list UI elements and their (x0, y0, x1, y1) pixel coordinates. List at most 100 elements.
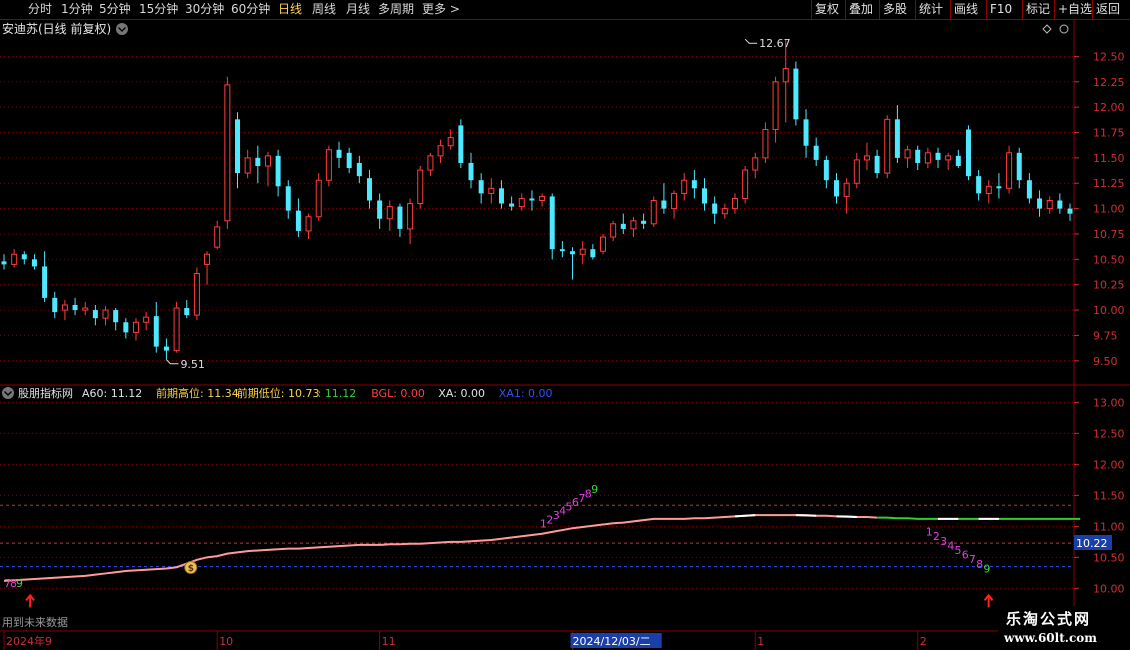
candle (721, 203, 728, 219)
candle-body (712, 203, 718, 214)
candle (945, 152, 952, 171)
candle (72, 297, 78, 316)
circle-icon[interactable] (1059, 24, 1069, 34)
candle-body (1016, 152, 1022, 181)
candle-body (599, 236, 606, 252)
candle (366, 170, 372, 209)
candle (255, 145, 261, 184)
price-tick-label: 12.00 (1093, 101, 1125, 114)
candle (976, 170, 982, 201)
candle (579, 241, 586, 265)
candle (518, 193, 525, 211)
indicator-tick-label: 12.50 (1093, 427, 1125, 440)
candle-body (509, 203, 515, 207)
toolbar-separator (986, 0, 987, 19)
price-tick-label: 10.25 (1093, 279, 1125, 292)
candle-body (204, 253, 211, 265)
candle (610, 220, 617, 242)
toolbar-item-6[interactable]: 日线 (278, 1, 302, 17)
toolbar-right-item-5[interactable]: F10 (990, 1, 1012, 17)
toolbar-item-0[interactable]: 分时 (28, 1, 52, 17)
toolbar-right-item-4[interactable]: 画线 (954, 1, 978, 17)
watermark-title: 乐淘公式网 (1006, 610, 1092, 628)
date-label: 11 (382, 635, 396, 648)
toolbar-item-10[interactable]: 更多 > (422, 1, 460, 17)
toolbar-right-item-8[interactable]: 返回 (1096, 1, 1120, 17)
stock-chart: 安迪苏(日线 前复权) 12.67 9.51 9.50 9.75 10.00 10.25… (0, 20, 1130, 650)
buy-arrow-icon (25, 593, 35, 608)
candle-body (52, 297, 58, 313)
candle (386, 200, 393, 231)
toolbar-item-7[interactable]: 周线 (312, 1, 336, 17)
candle (52, 291, 58, 319)
candlestick-series (1, 39, 1073, 360)
indicator-dropdown-icon[interactable] (2, 387, 14, 399)
price-tick-label: 11.25 (1093, 177, 1125, 190)
candle (61, 299, 68, 321)
candle-body (549, 196, 555, 250)
candle (731, 193, 738, 214)
date-label: 10 (219, 635, 233, 648)
candle (407, 198, 414, 245)
toolbar-right-item-7[interactable]: +自选 (1058, 1, 1092, 17)
toolbar-separator (879, 0, 880, 19)
candle (427, 152, 434, 177)
candle-body (1, 261, 7, 265)
toolbar-right-item-6[interactable]: 标记 (1026, 1, 1050, 17)
toolbar-right-item-1[interactable]: 叠加 (849, 1, 873, 17)
candle-body (935, 152, 941, 160)
candle (985, 180, 992, 204)
toolbar-right-item-2[interactable]: 多股 (883, 1, 907, 17)
indicator-item-6: XA1: 0.00 (499, 387, 553, 400)
diamond-icon[interactable] (1042, 24, 1052, 34)
candle (681, 173, 688, 201)
candle (244, 149, 251, 179)
date-label: 2024/12/03/二 (573, 635, 651, 648)
toolbar-item-2[interactable]: 5分钟 (99, 1, 131, 17)
toolbar-item-1[interactable]: 1分钟 (61, 1, 93, 17)
toolbar-item-5[interactable]: 60分钟 (231, 1, 270, 17)
candle (163, 338, 169, 360)
count-digit: 6 (962, 549, 969, 562)
candle-body (945, 155, 952, 161)
candle (833, 173, 839, 204)
toolbar-right-item-3[interactable]: 统计 (919, 1, 943, 17)
candle (509, 196, 515, 211)
candle-body (264, 155, 271, 167)
candle (21, 251, 27, 265)
candle-body (590, 249, 596, 258)
candle-body (650, 199, 657, 225)
candle-body (214, 226, 221, 248)
candle-body (793, 68, 799, 120)
ma-highlight-segment (836, 515, 857, 519)
indicator-ma-line-green (877, 516, 1081, 520)
candle-body (397, 206, 403, 229)
candle (702, 178, 708, 211)
candle (853, 152, 860, 189)
toolbar-item-3[interactable]: 15分钟 (139, 1, 178, 17)
candle (894, 105, 900, 163)
candle-body (224, 84, 231, 222)
candle (1016, 147, 1022, 189)
candle (924, 147, 931, 169)
candle (904, 145, 911, 169)
count-digit: 9 (16, 577, 23, 590)
candle-body (255, 157, 261, 166)
toolbar-right-item-0[interactable]: 复权 (815, 1, 839, 17)
candle (650, 196, 657, 227)
money-bag-icon: $ (184, 561, 198, 575)
indicator-tick-label: 10.50 (1093, 551, 1125, 564)
toolbar-item-8[interactable]: 月线 (346, 1, 370, 17)
period-toolbar: 分时 1分钟 5分钟 15分钟 30分钟 60分钟 日线 周线 月线 多周期 更多 > 复权 叠加 多股统… (0, 0, 1130, 20)
toolbar-item-9[interactable]: 多周期 (378, 1, 414, 17)
candle (620, 213, 626, 234)
indicator-item-4: BGL: 0.00 (371, 387, 425, 400)
stock-dropdown-icon[interactable] (116, 23, 128, 35)
candle (1037, 190, 1043, 217)
toolbar-item-4[interactable]: 30分钟 (185, 1, 224, 17)
candle-body (731, 197, 738, 210)
candle-body (417, 169, 424, 205)
price-tick-label: 12.50 (1093, 50, 1125, 63)
toolbar-separator (1022, 0, 1023, 19)
toolbar-separator (1092, 0, 1093, 19)
